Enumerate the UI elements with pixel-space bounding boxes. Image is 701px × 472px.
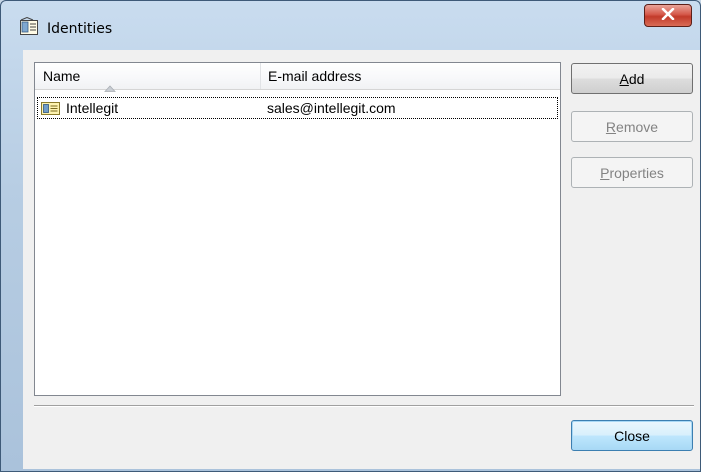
column-header-email[interactable]: E-mail address <box>261 63 560 89</box>
column-header-name[interactable]: Name <box>35 63 261 92</box>
list-header: Name E-mail address <box>35 63 560 92</box>
identities-icon <box>19 16 39 37</box>
close-icon <box>661 7 675 25</box>
list-item[interactable]: Intellegit sales@intellegit.com <box>37 97 558 119</box>
column-header-label: E-mail address <box>268 68 362 84</box>
identity-name: Intellegit <box>66 100 119 116</box>
column-header-label: Name <box>43 68 81 84</box>
title-bar[interactable]: Identities <box>1 1 700 41</box>
remove-button[interactable]: Remove <box>571 111 693 142</box>
separator <box>34 405 694 407</box>
window-close-button[interactable] <box>644 4 692 27</box>
identities-dialog: Identities Name E-mail address Intellegi… <box>0 0 701 472</box>
close-button[interactable]: Close <box>571 420 693 451</box>
identity-email: sales@intellegit.com <box>267 100 396 116</box>
properties-button[interactable]: Properties <box>571 157 693 188</box>
identities-list[interactable]: Name E-mail address Intellegit sales@int… <box>34 62 561 396</box>
window-title: Identities <box>47 21 113 37</box>
identity-card-icon <box>41 102 60 115</box>
add-button[interactable]: Add <box>571 63 693 94</box>
